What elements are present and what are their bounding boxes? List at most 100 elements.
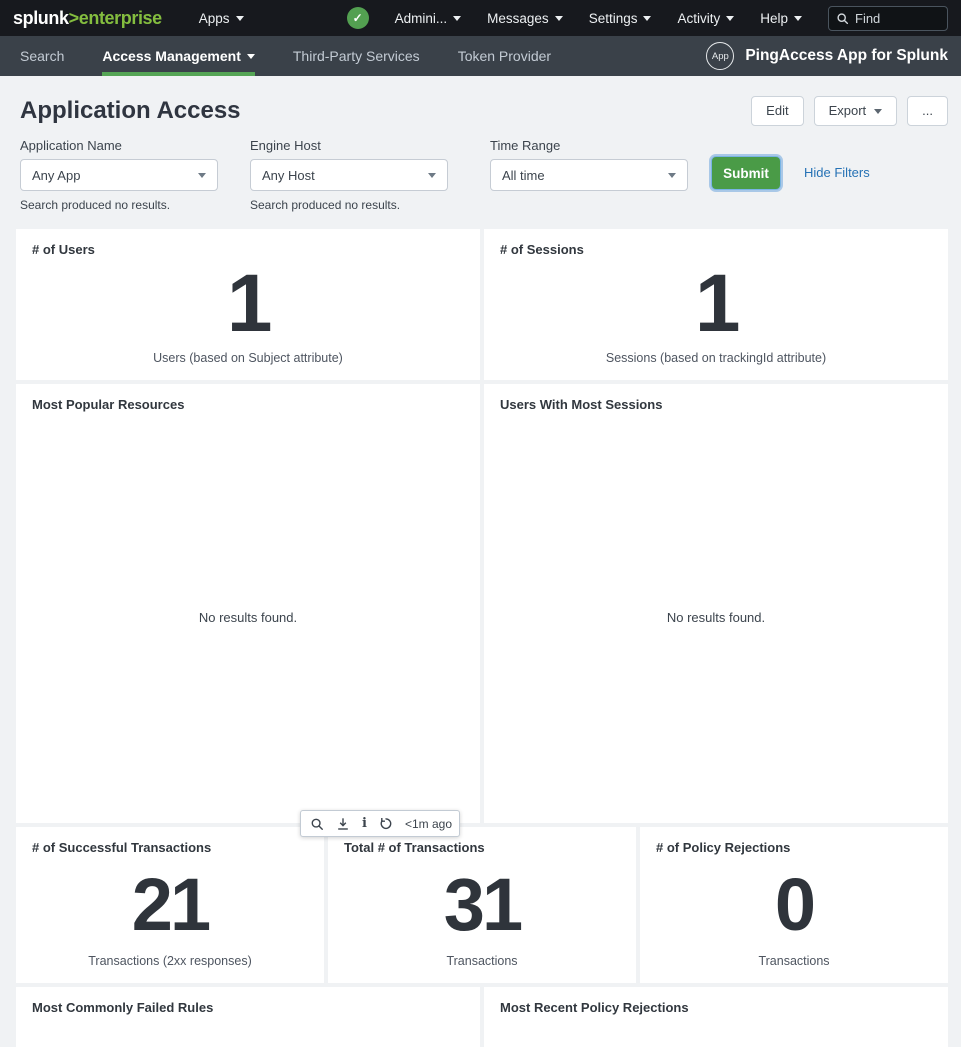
single-value: 31 [328, 855, 636, 954]
panel-title: Users With Most Sessions [484, 384, 948, 412]
logo-brand: splunk [13, 8, 69, 28]
download-icon[interactable] [336, 816, 350, 831]
page-title: Application Access [20, 97, 241, 125]
app-title: PingAccess App for Splunk [745, 47, 948, 65]
chevron-down-icon [453, 16, 461, 21]
filter-application-name: Application Name Any App Search produced… [20, 138, 218, 212]
time-range-dropdown[interactable]: All time [490, 159, 688, 191]
topbar-right-cluster: ✓ Admini... Messages Settings Activity H… [347, 6, 948, 31]
panel-total-transactions: Total # of Transactions 31 Transactions [328, 827, 636, 983]
app-avatar-label: App [712, 51, 729, 62]
logo-gt-icon: > [69, 8, 79, 28]
panel-users-with-most-sessions: Users With Most Sessions No results foun… [484, 384, 948, 823]
search-icon [836, 12, 849, 25]
single-value: 1 [484, 257, 948, 351]
single-value: 0 [640, 855, 948, 954]
panel-most-commonly-failed-rules: Most Commonly Failed Rules [16, 987, 480, 1047]
filter-time-range: Time Range All time [490, 138, 688, 191]
submit-button[interactable]: Submit [711, 156, 781, 190]
no-results-message: No results found. [484, 412, 948, 823]
health-status-icon[interactable]: ✓ [347, 7, 369, 29]
tab-token-provider[interactable]: Token Provider [458, 36, 551, 76]
filter-label: Engine Host [250, 138, 448, 153]
panel-num-users: # of Users 1 Users (based on Subject att… [16, 229, 480, 380]
panel-title: Most Popular Resources [16, 384, 480, 412]
single-value-caption: Users (based on Subject attribute) [16, 351, 480, 380]
dropdown-value: All time [502, 168, 545, 183]
splunk-logo[interactable]: splunk>enterprise [13, 8, 162, 29]
panel-title: # of Sessions [484, 229, 948, 257]
tab-search-label: Search [20, 48, 64, 64]
panel-successful-transactions: # of Successful Transactions 21 Transact… [16, 827, 324, 983]
panel-row-4: Most Commonly Failed Rules Most Recent P… [16, 987, 948, 1047]
panel-title: # of Policy Rejections [640, 827, 948, 855]
user-menu-label: Admini... [395, 11, 448, 26]
panel-title: # of Users [16, 229, 480, 257]
info-icon[interactable]: i [362, 816, 367, 831]
find-search-input[interactable] [855, 11, 940, 26]
edit-button-label: Edit [766, 103, 788, 118]
single-value-caption: Transactions [328, 954, 636, 983]
tab-third-party-services[interactable]: Third-Party Services [293, 36, 420, 76]
tab-access-management-label: Access Management [102, 48, 241, 64]
settings-menu-label: Settings [589, 11, 638, 26]
panel-title: Most Recent Policy Rejections [484, 987, 948, 1015]
more-actions-label: ... [922, 103, 933, 118]
engine-host-dropdown[interactable]: Any Host [250, 159, 448, 191]
panel-row-1: # of Users 1 Users (based on Subject att… [16, 229, 948, 380]
header-buttons: Edit Export ... [751, 96, 948, 126]
filter-label: Time Range [490, 138, 688, 153]
single-value: 21 [16, 855, 324, 954]
chevron-down-icon [726, 16, 734, 21]
panel-num-sessions: # of Sessions 1 Sessions (based on track… [484, 229, 948, 380]
refresh-age-label: <1m ago [405, 817, 452, 831]
user-menu[interactable]: Admini... [395, 11, 462, 26]
tab-search[interactable]: Search [20, 36, 64, 76]
tab-access-management[interactable]: Access Management [102, 36, 255, 76]
chevron-down-icon [668, 173, 676, 178]
panel-title: Most Commonly Failed Rules [16, 987, 480, 1015]
messages-menu-label: Messages [487, 11, 549, 26]
single-value: 1 [16, 257, 480, 351]
help-menu-label: Help [760, 11, 788, 26]
application-name-dropdown[interactable]: Any App [20, 159, 218, 191]
help-menu[interactable]: Help [760, 11, 802, 26]
tab-token-provider-label: Token Provider [458, 48, 551, 64]
single-value-caption: Transactions (2xx responses) [16, 954, 324, 983]
panel-row-2: Most Popular Resources No results found.… [16, 384, 948, 823]
refresh-icon[interactable] [379, 816, 393, 831]
dropdown-value: Any Host [262, 168, 315, 183]
filter-note: Search produced no results. [250, 198, 448, 212]
panel-title: # of Successful Transactions [16, 827, 324, 855]
page-header: Application Access Edit Export ... [0, 76, 961, 127]
dropdown-value: Any App [32, 168, 80, 183]
apps-menu[interactable]: Apps [199, 11, 244, 26]
app-nav-bar: Search Access Management Third-Party Ser… [0, 36, 961, 76]
activity-menu[interactable]: Activity [677, 11, 734, 26]
app-avatar: App [706, 42, 734, 70]
hide-filters-link[interactable]: Hide Filters [804, 165, 870, 180]
settings-menu[interactable]: Settings [589, 11, 652, 26]
messages-menu[interactable]: Messages [487, 11, 563, 26]
chevron-down-icon [874, 109, 882, 114]
find-search-box[interactable] [828, 6, 948, 31]
app-identity: App PingAccess App for Splunk [706, 36, 961, 76]
export-button-label: Export [829, 103, 867, 118]
panel-most-popular-resources: Most Popular Resources No results found. [16, 384, 480, 823]
filter-note: Search produced no results. [20, 198, 218, 212]
export-button[interactable]: Export [814, 96, 898, 126]
open-in-search-icon[interactable] [310, 816, 324, 831]
top-system-bar: splunk>enterprise Apps ✓ Admini... Messa… [0, 0, 961, 36]
panel-most-recent-policy-rejections: Most Recent Policy Rejections [484, 987, 948, 1047]
single-value-caption: Transactions [640, 954, 948, 983]
chevron-down-icon [236, 16, 244, 21]
more-actions-button[interactable]: ... [907, 96, 948, 126]
panel-hover-toolbar: i <1m ago [300, 810, 460, 837]
chevron-down-icon [643, 16, 651, 21]
apps-menu-label: Apps [199, 11, 230, 26]
single-value-caption: Sessions (based on trackingId attribute) [484, 351, 948, 380]
chevron-down-icon [247, 54, 255, 59]
edit-button[interactable]: Edit [751, 96, 803, 126]
chevron-down-icon [198, 173, 206, 178]
panel-row-3: # of Successful Transactions 21 Transact… [16, 827, 948, 983]
